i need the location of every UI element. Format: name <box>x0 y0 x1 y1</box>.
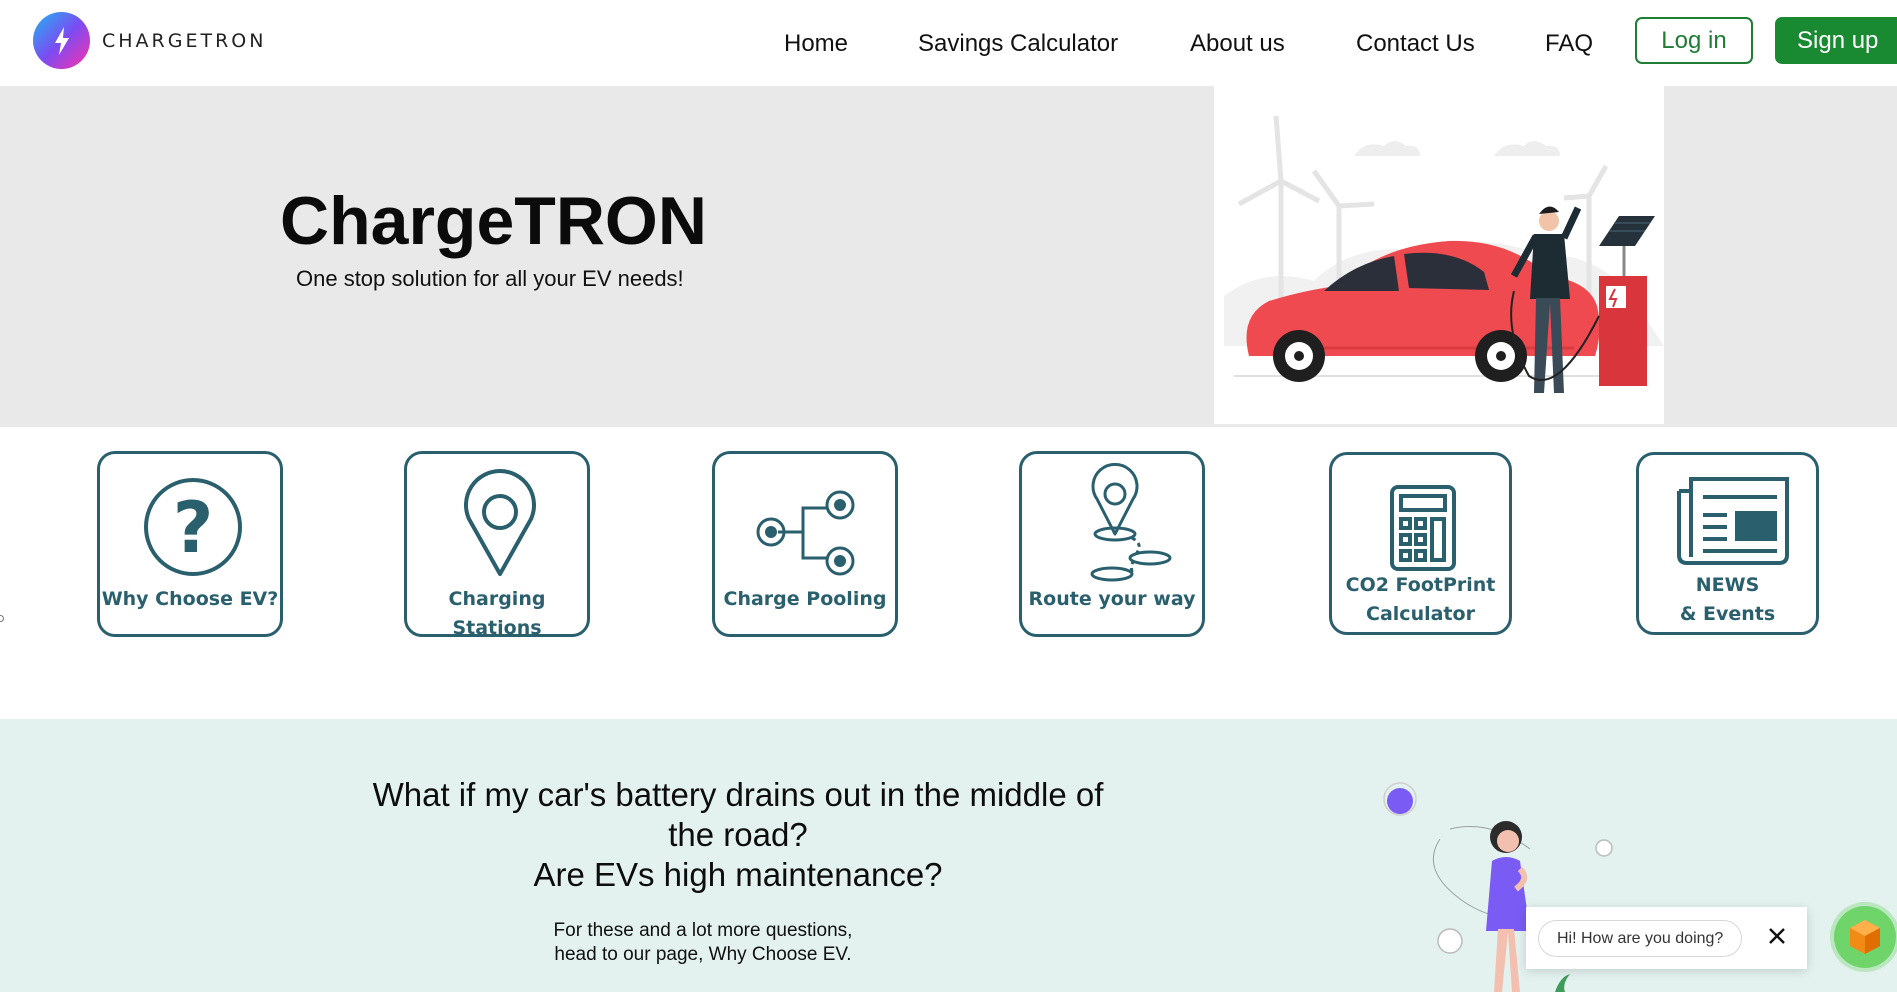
promo-question-line1: What if my car's battery drains out in t… <box>372 776 1104 813</box>
signup-button[interactable]: Sign up <box>1775 17 1897 64</box>
carousel-dot[interactable] <box>0 615 4 622</box>
chat-greeting[interactable]: Hi! How are you doing? <box>1538 920 1743 957</box>
hero-illustration <box>1214 86 1664 424</box>
nav-link-about-us[interactable]: About us <box>1190 24 1285 64</box>
feature-label-line1: NEWS <box>1695 574 1760 596</box>
nav-link-faq[interactable]: FAQ <box>1545 24 1593 64</box>
chat-popup: Hi! How are you doing? <box>1526 907 1807 969</box>
feature-card-charge-pooling[interactable]: Charge Pooling <box>712 451 898 637</box>
navbar: CHARGETRON Home Savings Calculator About… <box>0 0 1897 86</box>
hero-section: ChargeTRON One stop solution for all you… <box>0 86 1897 427</box>
feature-card-charging-stations[interactable]: Charging Stations <box>404 451 590 639</box>
close-icon[interactable] <box>1764 923 1790 949</box>
hero-title: ChargeTRON <box>280 183 707 259</box>
feature-card-co2-calculator[interactable]: CO2 FootPrint Calculator <box>1329 452 1512 635</box>
feature-card-route-your-way[interactable]: Route your way <box>1019 451 1205 637</box>
feature-card-news-events[interactable]: NEWS & Events <box>1636 452 1819 635</box>
feature-card-why-choose-ev[interactable]: ? Why Choose EV? <box>97 451 283 637</box>
feature-label: Charging Stations <box>448 588 546 639</box>
svg-text:?: ? <box>173 487 214 569</box>
feature-label-line2: Calculator <box>1366 603 1475 625</box>
promo-text-line2: head to our page, Why Choose EV. <box>554 944 852 965</box>
chat-launcher-button[interactable] <box>1834 906 1896 968</box>
nav-links: Home Savings Calculator About us Contact… <box>0 24 1897 64</box>
promo-text-line1: For these and a lot more questions, <box>553 920 853 941</box>
feature-label: Charge Pooling <box>723 588 887 610</box>
promo-question-line2: the road? <box>668 816 808 853</box>
feature-label: Route your way <box>1028 588 1196 610</box>
feature-label-line1: CO2 FootPrint <box>1345 574 1496 596</box>
hero-subtitle: One stop solution for all your EV needs! <box>296 266 684 291</box>
cube-icon <box>1850 920 1880 954</box>
promo-question-line3: Are EVs high maintenance? <box>533 856 943 893</box>
feature-label-line2: & Events <box>1679 603 1776 625</box>
nav-link-home[interactable]: Home <box>784 24 848 64</box>
feature-label: Why Choose EV? <box>101 588 279 610</box>
nav-link-savings-calculator[interactable]: Savings Calculator <box>918 24 1118 64</box>
login-button[interactable]: Log in <box>1635 17 1753 64</box>
nav-link-contact-us[interactable]: Contact Us <box>1356 24 1475 64</box>
